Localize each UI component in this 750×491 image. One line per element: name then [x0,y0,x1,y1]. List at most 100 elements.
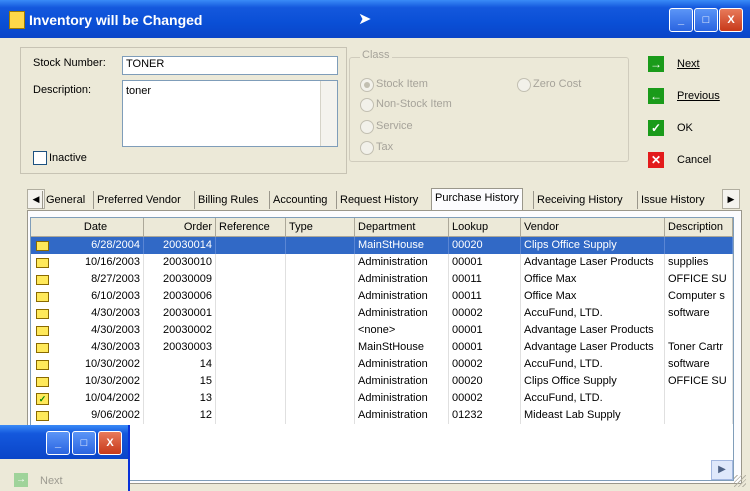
cell-reference [216,322,286,339]
next-arrow-icon[interactable]: → [648,56,664,72]
cell-description: OFFICE SU [665,271,733,288]
second-minimize-button[interactable]: _ [46,431,70,455]
cell-order: 20030014 [144,237,216,254]
cell-reference [216,237,286,254]
tab-purchase-history[interactable]: Purchase History [431,188,523,210]
cell-reference [216,271,286,288]
cell-description [665,237,733,254]
col-reference[interactable]: Reference [216,218,286,236]
grid-header: Date Order Reference Type Department Loo… [31,218,733,237]
service-label: Service [376,120,413,132]
cell-type [286,373,355,390]
cell-lookup: 00011 [449,271,521,288]
cell-description [665,407,733,424]
ok-button[interactable]: OK [677,122,693,134]
stock-number-label: Stock Number: [33,57,106,69]
resize-grip-icon[interactable] [734,475,746,487]
purchase-history-grid[interactable]: Date Order Reference Type Department Loo… [30,217,734,481]
cell-department: MainStHouse [355,339,449,356]
col-type[interactable]: Type [286,218,355,236]
cancel-x-icon[interactable]: ✕ [648,152,664,168]
table-row[interactable]: 10/30/2002 15 Administration 00020 Clips Off… [31,373,733,390]
tab-billing-rules[interactable]: Billing Rules [194,191,262,209]
cell-vendor: Mideast Lab Supply [521,407,665,424]
cancel-button[interactable]: Cancel [677,154,711,166]
cell-order: 12 [144,407,216,424]
tab-general[interactable]: General [42,191,88,209]
cell-date: 10/04/2002 [31,390,144,407]
cell-reference [216,390,286,407]
tax-label: Tax [376,141,394,153]
col-vendor[interactable]: Vendor [521,218,665,236]
cell-description [665,390,733,407]
cell-lookup: 00002 [449,390,521,407]
table-row[interactable]: 6/28/2004 20030014 MainStHouse 00020 Clips O… [31,237,733,254]
cell-lookup: 00002 [449,356,521,373]
cell-description: software [665,356,733,373]
description-scrollbar[interactable] [320,81,337,146]
stock-item-label: Stock Item [376,78,428,90]
cell-vendor: Office Max [521,288,665,305]
maximize-button[interactable]: □ [694,8,718,32]
tab-issue-history[interactable]: Issue History [637,191,716,209]
col-date[interactable]: Date [31,218,144,236]
table-row[interactable]: 10/16/2003 20030010 Administration 00001 Adv… [31,254,733,271]
minimize-button[interactable]: _ [669,8,693,32]
inactive-checkbox[interactable] [33,151,47,165]
close-button[interactable]: X [719,8,743,32]
radio-stock-item[interactable] [360,78,374,92]
col-order[interactable]: Order [144,218,216,236]
scroll-right-arrow-icon[interactable]: ▶ [711,460,733,480]
description-text: toner [126,85,152,97]
title-bar[interactable]: Inventory will be Changed ➤ _ □ X [0,0,750,38]
tab-receiving-history[interactable]: Receiving History [533,191,626,209]
cell-department: <none> [355,322,449,339]
cell-order: 20030002 [144,322,216,339]
cell-department: Administration [355,254,449,271]
cell-lookup: 00001 [449,322,521,339]
table-row[interactable]: 4/30/2003 20030002 <none> 00001 Advantage La… [31,322,733,339]
next-button[interactable]: Next [677,58,700,70]
description-textarea[interactable]: toner [122,80,338,147]
table-row[interactable]: 4/30/2003 20030003 MainStHouse 00001 Advanta… [31,339,733,356]
second-window-title-bar[interactable]: _ □ X [0,425,128,459]
cell-vendor: AccuFund, LTD. [521,305,665,322]
tab-preferred-vendor[interactable]: Preferred Vendor [93,191,184,209]
table-row[interactable]: ✓ 10/04/2002 13 Administration 00002 AccuFund… [31,390,733,407]
cell-order: 20030001 [144,305,216,322]
radio-tax[interactable] [360,141,374,155]
radio-service[interactable] [360,120,374,134]
second-close-button[interactable]: X [98,431,122,455]
col-lookup[interactable]: Lookup [449,218,521,236]
cell-type [286,271,355,288]
previous-arrow-icon[interactable]: ← [648,88,664,104]
cell-vendor: Clips Office Supply [521,237,665,254]
table-row[interactable]: 10/30/2002 14 Administration 00002 AccuFund,… [31,356,733,373]
table-row[interactable]: 9/06/2002 12 Administration 01232 Mideast La… [31,407,733,424]
second-maximize-button[interactable]: □ [72,431,96,455]
cell-type [286,254,355,271]
cell-date: 6/10/2003 [31,288,144,305]
col-description[interactable]: Description [665,218,733,236]
second-next-button[interactable]: Next [40,475,63,487]
cell-date: 9/06/2002 [31,407,144,424]
table-row[interactable]: 6/10/2003 20030006 Administration 00011 Offi… [31,288,733,305]
cell-date: 4/30/2003 [31,322,144,339]
tab-accounting[interactable]: Accounting [269,191,330,209]
previous-button[interactable]: Previous [677,90,720,102]
cell-lookup: 00011 [449,288,521,305]
radio-zero-cost[interactable] [517,78,531,92]
tab-request-history[interactable]: Request History [336,191,421,209]
table-row[interactable]: 4/30/2003 20030001 Administration 00002 Accu… [31,305,733,322]
cell-date: 4/30/2003 [31,305,144,322]
second-next-arrow-icon[interactable]: → [14,473,28,487]
cell-vendor: AccuFund, LTD. [521,356,665,373]
radio-non-stock-item[interactable] [360,98,374,112]
table-row[interactable]: 8/27/2003 20030009 Administration 00011 Offi… [31,271,733,288]
cell-date: 10/16/2003 [31,254,144,271]
stock-number-input[interactable]: TONER [122,56,338,75]
cell-department: Administration [355,407,449,424]
col-department[interactable]: Department [355,218,449,236]
cell-date: 10/30/2002 [31,356,144,373]
ok-check-icon[interactable]: ✓ [648,120,664,136]
